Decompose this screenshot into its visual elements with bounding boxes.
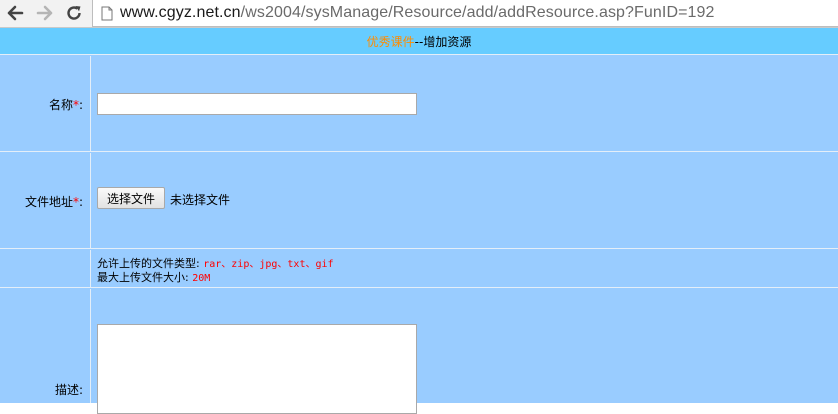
browser-toolbar: www.cgyz.net.cn/ws2004/sysManage/Resourc… <box>0 0 838 28</box>
back-arrow-icon[interactable] <box>3 2 27 24</box>
url-path: /ws2004/sysManage/Resource/add/addResour… <box>240 4 715 21</box>
file-label: 文件地址*: <box>25 193 83 210</box>
upload-info-label-cell <box>0 250 91 287</box>
max-size-value: 20M <box>192 273 211 284</box>
max-size-line: 最大上传文件大小: 20M <box>97 269 210 285</box>
upload-info-row: 允许上传的文件类型: rar、zip、jpg、txt、gif 最大上传文件大小:… <box>0 250 838 288</box>
file-label-cell: 文件地址*: <box>0 153 91 248</box>
url-host: www.cgyz.net.cn <box>120 4 241 21</box>
choose-file-button[interactable]: 选择文件 <box>97 187 165 209</box>
url-text: www.cgyz.net.cn/ws2004/sysManage/Resourc… <box>120 4 715 22</box>
label-colon: : <box>78 98 83 112</box>
label-colon: : <box>78 195 83 209</box>
max-size-label: 最大上传文件大小: <box>97 271 189 284</box>
description-label-cell: 描述: <box>0 289 91 403</box>
description-textarea[interactable] <box>97 324 417 414</box>
reload-icon[interactable] <box>62 2 86 24</box>
file-status-text: 未选择文件 <box>170 193 231 207</box>
file-label-text: 文件地址 <box>24 195 73 209</box>
allowed-types-value: rar、zip、jpg、txt、gif <box>203 259 334 270</box>
page-heading: --增加资源 <box>414 34 472 49</box>
page-title: 优秀课件 --增加资源 <box>0 28 838 55</box>
page-icon <box>101 6 113 20</box>
page-content: 优秀课件 --增加资源 名称*: 文件地址*: 选择文件 未选择文件 允许上传的文… <box>0 28 838 414</box>
description-row: 描述: <box>0 289 838 414</box>
name-row: 名称*: <box>0 56 838 152</box>
name-label-text: 名称 <box>48 98 73 112</box>
description-label: 描述: <box>54 383 83 397</box>
name-label: 名称*: <box>49 96 83 113</box>
forward-arrow-icon[interactable] <box>33 2 57 24</box>
name-label-cell: 名称*: <box>0 56 91 151</box>
file-row: 文件地址*: 选择文件 未选择文件 <box>0 153 838 249</box>
address-bar[interactable]: www.cgyz.net.cn/ws2004/sysManage/Resourc… <box>92 0 838 27</box>
section-name: 优秀课件 <box>366 34 415 49</box>
name-input[interactable] <box>97 93 417 115</box>
